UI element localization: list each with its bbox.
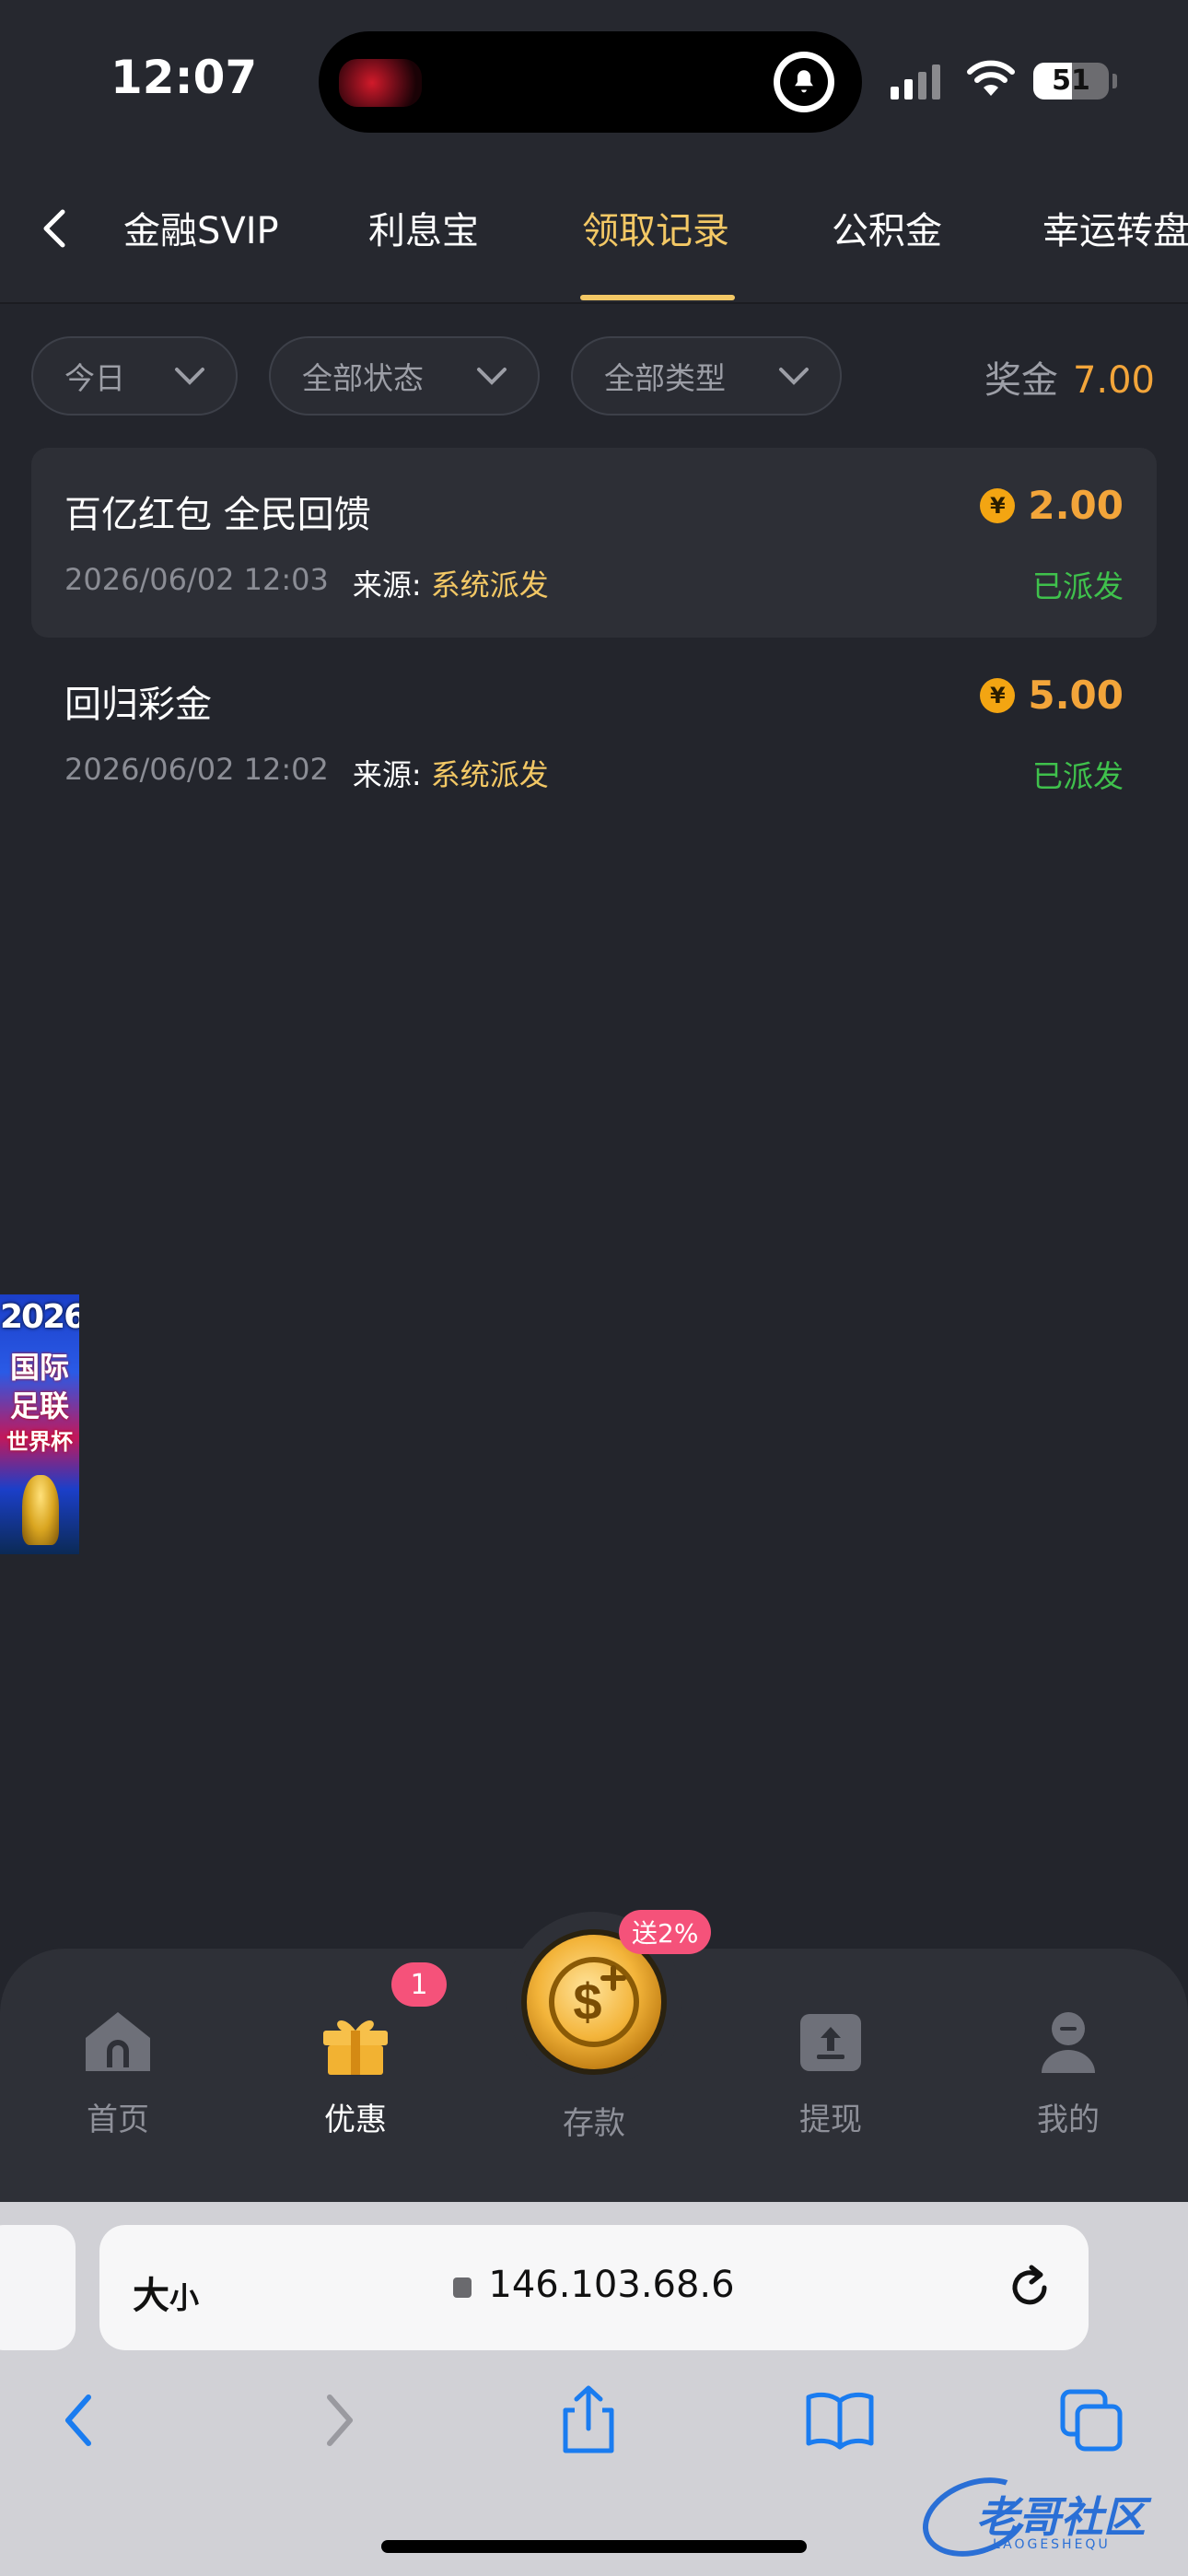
record-source: 系统派发: [430, 568, 549, 603]
profile-icon: [1042, 2012, 1095, 2073]
record-meta: 2026/06/02 12:03 来源: 系统派发: [64, 562, 549, 604]
withdraw-icon: [800, 2014, 861, 2071]
status-filter-dropdown[interactable]: 全部状态: [269, 336, 540, 416]
yuan-coin-icon: ¥: [980, 487, 1016, 523]
bonus-value: 7.00: [1072, 359, 1155, 402]
record-title: 回归彩金: [64, 684, 212, 726]
record-time: 2026/06/02 12:02: [64, 752, 329, 787]
now-playing-thumbnail: [339, 59, 422, 107]
date-filter-label: 今日: [64, 360, 125, 396]
share-icon[interactable]: [558, 2383, 619, 2456]
list-item[interactable]: 回归彩金 ¥ 5.00 2026/06/02 12:02 来源: 系统派发 已派…: [31, 638, 1157, 827]
world-cup-floating-banner[interactable]: 2026 国际 足联 世界杯: [0, 1294, 79, 1554]
tab-interest[interactable]: 利息宝: [368, 201, 479, 254]
nav-deposit-label: 存款: [563, 2105, 625, 2142]
nav-home-label: 首页: [87, 2102, 149, 2138]
record-status: 已派发: [1032, 758, 1124, 794]
date-filter-dropdown[interactable]: 今日: [31, 336, 238, 416]
promotions-badge: 1: [391, 1962, 447, 2007]
status-filter-label: 全部状态: [302, 360, 424, 396]
type-filter-label: 全部类型: [604, 360, 726, 396]
bonus-total: 奖金 7.00: [984, 350, 1155, 404]
tab-provident-fund[interactable]: 公积金: [832, 201, 942, 254]
record-amount-value: 5.00: [1028, 673, 1124, 718]
wifi-icon: [967, 60, 1015, 96]
nav-withdraw[interactable]: 提现: [748, 1949, 914, 2207]
record-amount: ¥ 2.00: [980, 483, 1124, 528]
nav-profile-label: 我的: [1037, 2102, 1100, 2138]
bookmarks-icon[interactable]: [805, 2388, 875, 2453]
chevron-down-icon: [779, 368, 809, 385]
record-source: 系统派发: [430, 757, 549, 792]
banner-line-3: 世界杯: [6, 1429, 73, 1455]
watermark-logo: 老哥社区 LAOGESHEQU: [911, 2463, 1179, 2571]
yuan-coin-icon: ¥: [980, 677, 1016, 713]
record-meta: 2026/06/02 12:02 来源: 系统派发: [64, 752, 549, 794]
back-chevron-icon[interactable]: [28, 201, 83, 256]
tab-lucky-wheel[interactable]: 幸运转盘: [1042, 201, 1188, 254]
home-icon: [86, 2012, 150, 2071]
chevron-down-icon: [477, 368, 507, 385]
bell-icon: [774, 52, 834, 112]
chevron-down-icon: [175, 368, 204, 385]
list-item[interactable]: 百亿红包 全民回馈 ¥ 2.00 2026/06/02 12:03 来源: 系统…: [31, 448, 1157, 638]
home-indicator[interactable]: [381, 2540, 807, 2553]
url-field[interactable]: 146.103.68.6: [99, 2264, 1089, 2306]
bonus-label: 奖金: [984, 359, 1058, 402]
record-amount-value: 2.00: [1028, 483, 1124, 528]
battery-percent: 51: [1052, 64, 1090, 97]
record-source-label: 来源:: [352, 757, 422, 792]
nav-home[interactable]: 首页: [35, 1949, 201, 2207]
record-time: 2026/06/02 12:03: [64, 562, 329, 597]
type-filter-dropdown[interactable]: 全部类型: [571, 336, 842, 416]
record-title: 百亿红包 全民回馈: [64, 494, 371, 536]
previous-tab-card[interactable]: [0, 2225, 76, 2350]
tabs-icon[interactable]: [1059, 2388, 1125, 2454]
address-bar[interactable]: 大小 146.103.68.6: [99, 2225, 1089, 2350]
banner-year: 2026: [0, 1298, 79, 1336]
tab-claim-records[interactable]: 领取记录: [582, 201, 729, 254]
reload-icon[interactable]: [1004, 2262, 1055, 2313]
battery-icon: 51: [1033, 63, 1109, 100]
watermark-subtext: LAOGESHEQU: [993, 2537, 1111, 2552]
nav-profile[interactable]: 我的: [985, 1949, 1151, 2207]
tab-bar: 金融SVIP 利息宝 领取记录 公积金 幸运转盘: [0, 157, 1188, 304]
back-icon[interactable]: [57, 2388, 103, 2453]
watermark-text: 老哥社区: [976, 2492, 1146, 2542]
nav-withdraw-label: 提现: [799, 2102, 862, 2138]
gift-icon: [323, 2020, 388, 2075]
active-tab-indicator: [580, 295, 735, 300]
nav-promotions-label: 优惠: [324, 2102, 387, 2138]
lock-icon: [453, 2277, 472, 2298]
banner-line-2: 足联: [9, 1388, 69, 1423]
svg-text:$: $: [573, 1973, 601, 2031]
forward-icon[interactable]: [315, 2388, 361, 2453]
trophy-icon: [22, 1475, 59, 1545]
record-status: 已派发: [1032, 568, 1124, 604]
record-source-label: 来源:: [352, 568, 422, 603]
status-bar: 12:07 51: [0, 0, 1188, 157]
deposit-coin-icon[interactable]: $: [527, 1935, 661, 2069]
dynamic-island[interactable]: [319, 31, 862, 133]
cellular-signal-icon: [891, 64, 940, 100]
record-amount: ¥ 5.00: [980, 673, 1124, 718]
clock: 12:07: [111, 51, 258, 104]
tab-svip[interactable]: 金融SVIP: [123, 201, 279, 254]
url-text: 146.103.68.6: [488, 2264, 735, 2306]
deposit-bonus-badge: 送2%: [619, 1910, 712, 1954]
banner-line-1: 国际: [9, 1350, 69, 1385]
